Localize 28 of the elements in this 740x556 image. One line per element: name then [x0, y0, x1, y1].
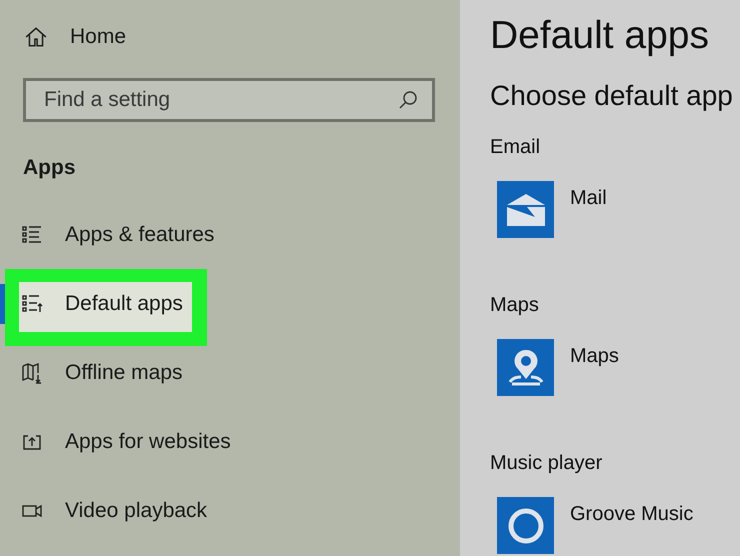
home-icon[interactable]	[24, 25, 48, 49]
app-tile[interactable]	[497, 181, 554, 238]
nav-item[interactable]: Offline maps	[65, 361, 182, 385]
app-name[interactable]: Groove Music	[570, 503, 694, 554]
nav-item[interactable]: Apps & features	[65, 223, 214, 247]
section-heading: Choose default app	[490, 80, 734, 112]
list-arrow-icon	[21, 293, 43, 315]
app-name[interactable]: Maps	[570, 345, 619, 396]
search-field[interactable]: Find a setting	[42, 87, 398, 113]
disc-icon	[506, 506, 546, 546]
section-title: Apps	[23, 156, 76, 181]
app-tile[interactable]	[497, 339, 554, 396]
category-label: Email	[490, 136, 542, 159]
nav-item[interactable]: Apps for websites	[65, 430, 231, 454]
category-label: Music player	[490, 452, 604, 475]
selection-indicator	[0, 284, 5, 324]
app-tile[interactable]	[497, 497, 554, 554]
map-pin-icon	[508, 348, 544, 388]
home-link[interactable]: Home	[70, 25, 126, 49]
category-label: Maps	[490, 294, 540, 317]
envelope-icon	[506, 192, 546, 226]
page-title: Default apps	[490, 14, 710, 59]
map-icon	[21, 362, 43, 384]
nav-item[interactable]: Video playback	[65, 499, 208, 523]
app-name[interactable]: Mail	[570, 187, 607, 238]
search-icon	[398, 90, 418, 110]
nav-item[interactable]: Default apps	[65, 292, 183, 316]
search-box[interactable]: Find a setting	[23, 78, 435, 122]
